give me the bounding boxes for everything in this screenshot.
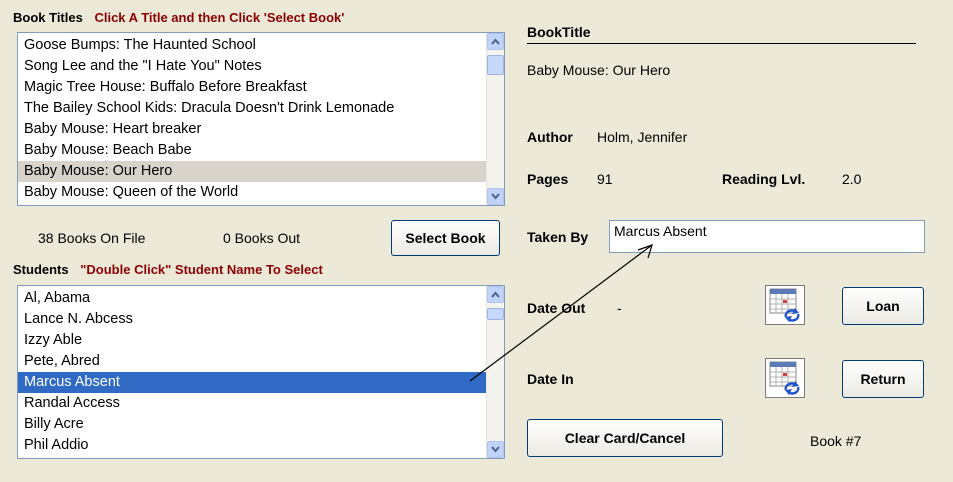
book-title-header: BookTitle (527, 24, 591, 40)
list-item[interactable]: Baby Mouse: Beach Babe (18, 140, 487, 161)
book-title-value: Baby Mouse: Our Hero (527, 62, 671, 78)
chevron-up-icon (491, 291, 500, 298)
scroll-thumb[interactable] (487, 55, 504, 75)
list-item-selected[interactable]: Marcus Absent (18, 372, 487, 393)
book-titles-list[interactable]: Goose Bumps: The Haunted School Song Lee… (17, 32, 505, 206)
scroll-thumb[interactable] (487, 308, 504, 320)
list-item[interactable]: Lance N. Abcess (18, 309, 487, 330)
list-item[interactable]: Randal Access (18, 393, 487, 414)
book-titles-heading: Book Titles (13, 10, 83, 25)
pages-value: 91 (597, 171, 613, 187)
students-heading: Students (13, 262, 69, 277)
taken-by-label: Taken By (527, 229, 589, 245)
list-item[interactable]: Pete, Abred (18, 351, 487, 372)
chevron-up-icon (491, 38, 500, 45)
scroll-up-button[interactable] (487, 286, 504, 303)
date-in-label: Date In (527, 371, 574, 387)
list-item[interactable]: Goose Bumps: The Haunted School (18, 35, 487, 56)
date-out-value: - (617, 300, 622, 316)
author-value: Holm, Jennifer (597, 129, 688, 145)
reading-level-label: Reading Lvl. (722, 171, 806, 187)
list-item[interactable]: Phil Addio (18, 435, 487, 456)
clear-card-cancel-button[interactable]: Clear Card/Cancel (527, 419, 723, 457)
author-label: Author (527, 129, 573, 145)
scroll-up-button[interactable] (487, 33, 504, 50)
loan-button[interactable]: Loan (842, 287, 924, 325)
select-book-button[interactable]: Select Book (391, 220, 500, 256)
students-header: Students "Double Click" Student Name To … (13, 262, 323, 277)
reading-level-value: 2.0 (842, 171, 862, 187)
list-item[interactable]: Song Lee and the "I Hate You" Notes (18, 56, 487, 77)
book-titles-scrollbar[interactable] (486, 33, 504, 205)
calendar-icon (769, 288, 800, 322)
scroll-down-button[interactable] (487, 441, 504, 458)
list-item[interactable]: Baby Mouse: Heart breaker (18, 119, 487, 140)
taken-by-field[interactable]: Marcus Absent (609, 220, 925, 253)
book-titles-instruction: Click A Title and then Click 'Select Boo… (94, 10, 345, 25)
books-on-file-count: 38 Books On File (38, 230, 146, 246)
list-item-selected[interactable]: Baby Mouse: Our Hero (18, 161, 487, 182)
list-item[interactable]: Magic Tree House: Buffalo Before Breakfa… (18, 77, 487, 98)
students-instruction: "Double Click" Student Name To Select (80, 262, 323, 277)
list-item[interactable]: The Bailey School Kids: Dracula Doesn't … (18, 98, 487, 119)
scroll-down-button[interactable] (487, 188, 504, 205)
list-item[interactable]: Izzy Able (18, 330, 487, 351)
divider (527, 43, 916, 44)
books-out-count: 0 Books Out (223, 230, 301, 246)
students-scrollbar[interactable] (486, 286, 504, 458)
pages-label: Pages (527, 171, 569, 187)
date-out-label: Date Out (527, 300, 586, 316)
list-item[interactable]: Baby Mouse: Queen of the World (18, 182, 487, 203)
book-titles-header: Book Titles Click A Title and then Click… (13, 10, 344, 25)
chevron-down-icon (491, 193, 500, 200)
chevron-down-icon (491, 446, 500, 453)
book-number: Book #7 (810, 433, 862, 449)
list-item[interactable]: Al, Abama (18, 288, 487, 309)
calendar-icon (769, 361, 800, 395)
list-item[interactable]: Billy Acre (18, 414, 487, 435)
return-button[interactable]: Return (842, 360, 924, 398)
students-list[interactable]: Al, Abama Lance N. Abcess Izzy Able Pete… (17, 285, 505, 459)
calendar-out-button[interactable] (765, 285, 805, 325)
calendar-in-button[interactable] (765, 358, 805, 398)
